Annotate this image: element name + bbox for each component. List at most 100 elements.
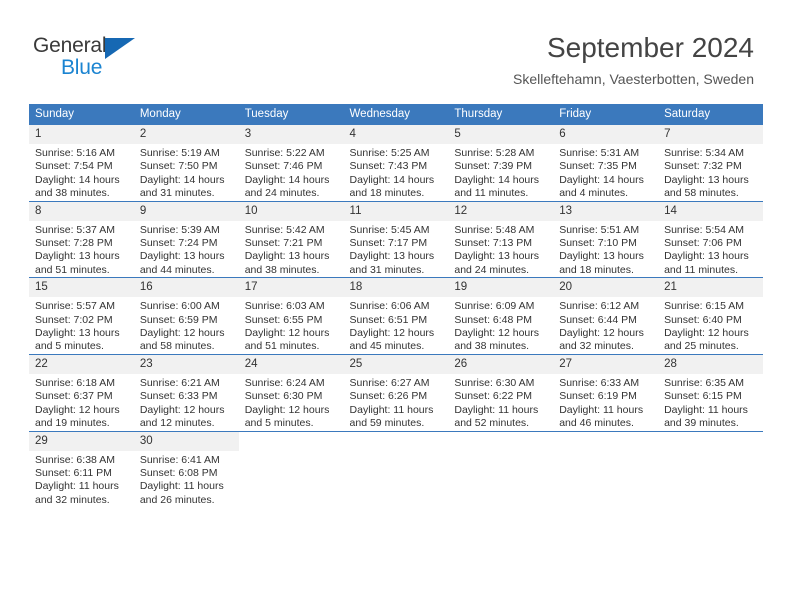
day-number — [448, 432, 553, 451]
day-details: Sunrise: 5:25 AM Sunset: 7:43 PM Daylight:… — [344, 144, 449, 201]
day-number: 16 — [133, 278, 239, 298]
sunset-text: Sunset: 7:43 PM — [349, 160, 428, 173]
calendar-day-cell[interactable]: 19 Sunrise: 6:09 AM Sunset: 6:48 PM Dayligh… — [448, 277, 554, 355]
day-number: 5 — [448, 125, 554, 144]
sunset-text: Sunset: 6:51 PM — [349, 313, 428, 326]
calendar-day-cell[interactable]: 2 Sunrise: 5:19 AM Sunset: 7:50 PM Daylight… — [133, 125, 239, 201]
calendar-day-cell[interactable]: 16 Sunrise: 6:00 AM Sunset: 6:59 PM Dayligh… — [133, 277, 239, 355]
calendar-day-cell[interactable]: 5 Sunrise: 5:28 AM Sunset: 7:39 PM Daylight… — [448, 125, 554, 201]
calendar-day-cell[interactable]: 21 Sunrise: 6:15 AM Sunset: 6:40 PM Dayligh… — [658, 277, 763, 355]
calendar-day-cell[interactable]: 3 Sunrise: 5:22 AM Sunset: 7:46 PM Daylight… — [238, 125, 344, 201]
sunset-text: Sunset: 7:02 PM — [35, 313, 113, 326]
calendar-day-cell[interactable]: 20 Sunrise: 6:12 AM Sunset: 6:44 PM Dayligh… — [553, 277, 659, 355]
daylight-text: and 38 minutes. — [244, 263, 320, 276]
day-number — [239, 432, 344, 451]
calendar-day-cell[interactable]: 28 Sunrise: 6:35 AM Sunset: 6:15 PM Dayligh… — [658, 353, 763, 431]
sunset-text: Sunset: 7:39 PM — [454, 160, 533, 173]
daylight-text: and 46 minutes. — [559, 417, 634, 430]
general-blue-logo: General Blue — [33, 34, 153, 86]
day-details: Sunrise: 6:27 AM Sunset: 6:26 PM Daylight:… — [344, 374, 449, 431]
daylight-text: Daylight: 14 hours — [349, 173, 435, 186]
day-number: 15 — [29, 278, 134, 298]
calendar-day-cell[interactable]: 23 Sunrise: 6:21 AM Sunset: 6:33 PM Dayligh… — [133, 353, 239, 431]
sunset-text: Sunset: 7:28 PM — [35, 237, 113, 250]
daylight-text: Daylight: 12 hours — [664, 327, 749, 340]
sunrise-text: Sunrise: 6:15 AM — [664, 300, 745, 313]
calendar-day-cell[interactable]: 10 Sunrise: 5:42 AM Sunset: 7:21 PM Dayligh… — [238, 200, 344, 278]
calendar-day-cell[interactable]: 13 Sunrise: 5:51 AM Sunset: 7:10 PM Dayligh… — [553, 200, 659, 278]
calendar-day-cell[interactable]: 8 Sunrise: 5:37 AM Sunset: 7:28 PM Daylight… — [29, 200, 134, 278]
calendar-day-cell[interactable]: 15 Sunrise: 5:57 AM Sunset: 7:02 PM Dayligh… — [29, 277, 134, 355]
sunset-text: Sunset: 6:59 PM — [139, 313, 218, 326]
day-details: Sunrise: 6:35 AM Sunset: 6:15 PM Daylight:… — [658, 374, 763, 431]
calendar-day-cell[interactable]: 29 Sunrise: 6:38 AM Sunset: 6:11 PM Dayligh… — [29, 430, 134, 508]
day-details: Sunrise: 5:28 AM Sunset: 7:39 PM Daylight:… — [448, 144, 553, 201]
calendar-day-cell[interactable]: 27 Sunrise: 6:33 AM Sunset: 6:19 PM Dayligh… — [553, 353, 659, 431]
calendar-day-cell[interactable]: 18 Sunrise: 6:06 AM Sunset: 6:51 PM Dayligh… — [343, 277, 449, 355]
daylight-text: Daylight: 13 hours — [664, 173, 749, 186]
day-details: Sunrise: 6:00 AM Sunset: 6:59 PM Daylight:… — [134, 297, 239, 354]
calendar-day-cell[interactable]: 24 Sunrise: 6:24 AM Sunset: 6:30 PM Dayligh… — [238, 353, 344, 431]
day-number: 3 — [238, 125, 344, 144]
calendar-day-cell[interactable]: 25 Sunrise: 6:27 AM Sunset: 6:26 PM Dayligh… — [343, 353, 449, 431]
calendar-day-cell-empty — [343, 430, 449, 508]
daylight-text: Daylight: 13 hours — [454, 250, 540, 263]
sunrise-text: Sunrise: 5:34 AM — [664, 147, 745, 159]
daylight-text: and 59 minutes. — [349, 417, 425, 430]
sunrise-text: Sunrise: 5:57 AM — [35, 300, 115, 313]
daylight-text: Daylight: 11 hours — [454, 403, 539, 416]
calendar-day-cell[interactable]: 7 Sunrise: 5:34 AM Sunset: 7:32 PM Daylight… — [658, 125, 763, 201]
daylight-text: and 32 minutes. — [35, 493, 110, 506]
day-number: 18 — [343, 278, 449, 298]
day-number: 9 — [133, 201, 239, 221]
day-number: 10 — [238, 201, 344, 221]
sunset-text: Sunset: 7:10 PM — [559, 237, 637, 250]
day-details: Sunrise: 6:15 AM Sunset: 6:40 PM Daylight:… — [658, 297, 763, 354]
calendar-day-cell[interactable]: 6 Sunrise: 5:31 AM Sunset: 7:35 PM Daylight… — [553, 125, 659, 201]
page-header: General Blue September 2024 Skellefteham… — [0, 0, 792, 104]
calendar-day-cell[interactable]: 9 Sunrise: 5:39 AM Sunset: 7:24 PM Daylight… — [133, 200, 239, 278]
day-details — [239, 451, 344, 454]
day-number: 6 — [553, 125, 659, 144]
day-number: 13 — [553, 201, 659, 221]
daylight-text: and 24 minutes. — [244, 187, 320, 200]
calendar-day-cell[interactable]: 12 Sunrise: 5:48 AM Sunset: 7:13 PM Dayligh… — [448, 200, 554, 278]
day-details: Sunrise: 5:16 AM Sunset: 7:54 PM Daylight:… — [29, 144, 134, 201]
daylight-text: and 25 minutes. — [664, 340, 739, 353]
daylight-text: and 31 minutes. — [139, 187, 215, 200]
sunset-text: Sunset: 7:32 PM — [664, 160, 742, 173]
daylight-text: Daylight: 11 hours — [559, 403, 644, 416]
day-details: Sunrise: 5:54 AM Sunset: 7:06 PM Daylight:… — [658, 221, 763, 278]
daylight-text: and 24 minutes. — [454, 263, 530, 276]
calendar-day-cell[interactable]: 4 Sunrise: 5:25 AM Sunset: 7:43 PM Daylight… — [343, 125, 449, 201]
sunset-text: Sunset: 6:26 PM — [349, 390, 428, 403]
day-number: 12 — [448, 201, 554, 221]
sunset-text: Sunset: 7:17 PM — [349, 237, 428, 250]
sunrise-text: Sunrise: 5:39 AM — [139, 223, 220, 236]
daylight-text: Daylight: 13 hours — [559, 250, 644, 263]
sunset-text: Sunset: 6:22 PM — [454, 390, 533, 403]
daylight-text: and 58 minutes. — [664, 187, 739, 200]
daylight-text: Daylight: 13 hours — [35, 250, 120, 263]
calendar-day-cell[interactable]: 26 Sunrise: 6:30 AM Sunset: 6:22 PM Dayligh… — [448, 353, 554, 431]
day-details: Sunrise: 5:42 AM Sunset: 7:21 PM Daylight:… — [239, 221, 344, 278]
day-details: Sunrise: 6:21 AM Sunset: 6:33 PM Daylight:… — [134, 374, 239, 431]
daylight-text: and 5 minutes. — [244, 417, 314, 430]
daylight-text: Daylight: 13 hours — [349, 250, 435, 263]
calendar-day-cell[interactable]: 14 Sunrise: 5:54 AM Sunset: 7:06 PM Dayligh… — [658, 200, 763, 278]
day-number: 20 — [553, 278, 659, 298]
calendar-day-cell[interactable]: 22 Sunrise: 6:18 AM Sunset: 6:37 PM Dayligh… — [29, 353, 134, 431]
calendar-day-cell[interactable]: 11 Sunrise: 5:45 AM Sunset: 7:17 PM Dayligh… — [343, 200, 449, 278]
daylight-text: and 11 minutes. — [454, 187, 529, 200]
calendar-week-row: 8 Sunrise: 5:37 AM Sunset: 7:28 PM Daylight… — [29, 200, 763, 278]
calendar-day-cell[interactable]: 17 Sunrise: 6:03 AM Sunset: 6:55 PM Dayligh… — [238, 277, 344, 355]
sunset-text: Sunset: 7:50 PM — [139, 160, 218, 173]
daylight-text: Daylight: 12 hours — [139, 403, 225, 416]
sunset-text: Sunset: 6:48 PM — [454, 313, 533, 326]
sunrise-text: Sunrise: 6:18 AM — [35, 376, 115, 389]
calendar-day-cell[interactable]: 30 Sunrise: 6:41 AM Sunset: 6:08 PM Dayligh… — [133, 430, 239, 508]
day-number: 7 — [658, 125, 763, 144]
day-details: Sunrise: 6:24 AM Sunset: 6:30 PM Daylight:… — [239, 374, 344, 431]
calendar-day-cell[interactable]: 1 Sunrise: 5:16 AM Sunset: 7:54 PM Daylight… — [29, 125, 134, 201]
weekday-header-sunday: Sunday — [29, 104, 134, 125]
